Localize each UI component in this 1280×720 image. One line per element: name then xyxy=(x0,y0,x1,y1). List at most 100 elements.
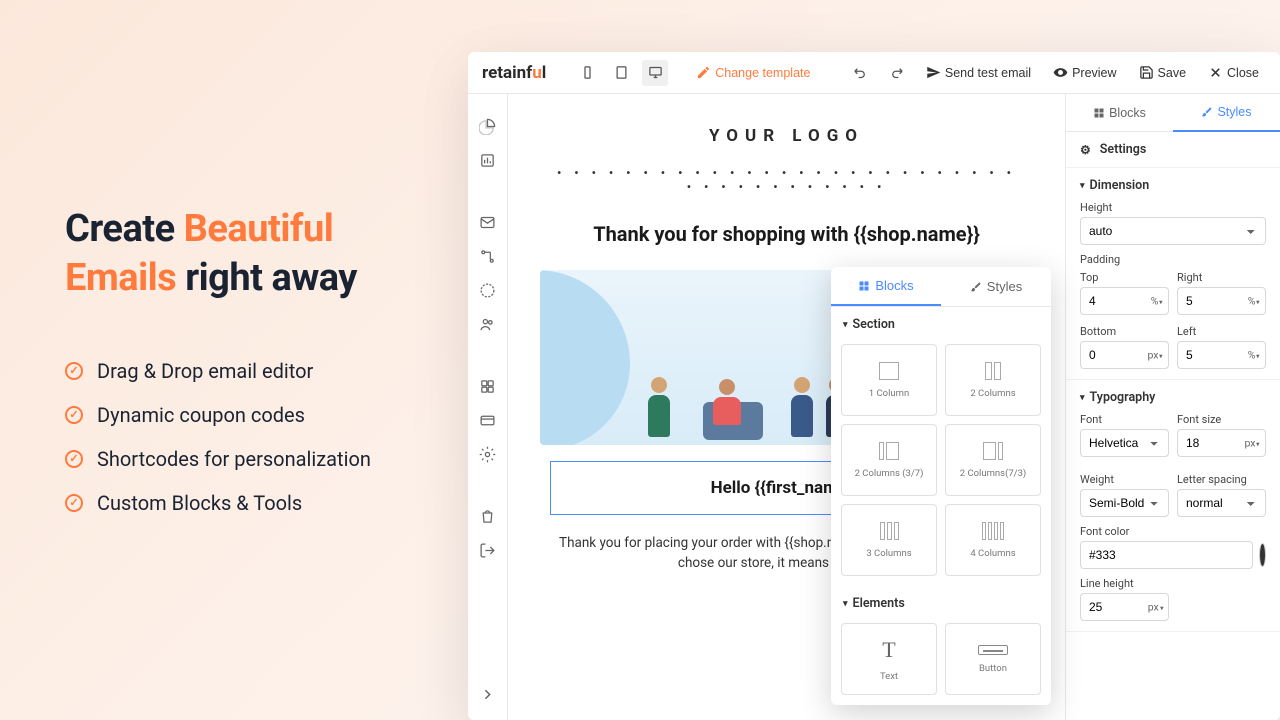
unit-label[interactable]: % xyxy=(1151,295,1163,308)
settings-title: Settings xyxy=(1080,142,1266,157)
block-3columns[interactable]: 3 Columns xyxy=(841,504,937,576)
grid-icon xyxy=(479,378,496,395)
change-template-label: Change template xyxy=(715,66,810,80)
nav-dashboard[interactable] xyxy=(474,112,502,140)
weight-select[interactable]: Semi-Bold xyxy=(1080,489,1169,517)
popup-section-header[interactable]: Section xyxy=(831,307,1051,336)
padding-right-label: Right xyxy=(1177,271,1266,284)
block-label: 1 Column xyxy=(869,388,909,399)
feature-item: Shortcodes for personalization xyxy=(65,437,445,481)
nav-logout[interactable] xyxy=(474,536,502,564)
change-template-button[interactable]: Change template xyxy=(696,65,810,80)
mobile-view-button[interactable] xyxy=(574,60,600,86)
bag-icon xyxy=(479,508,496,525)
padding-left-label: Left xyxy=(1177,325,1266,338)
preview-button[interactable]: Preview xyxy=(1046,61,1123,84)
illustration-blob xyxy=(540,270,630,445)
element-blocks-grid: TText Button xyxy=(831,615,1051,705)
spacing-select[interactable]: normal xyxy=(1177,489,1266,517)
panel-tab-blocks[interactable]: Blocks xyxy=(1066,94,1173,132)
text-icon: T xyxy=(882,637,895,663)
color-swatch[interactable] xyxy=(1259,543,1266,567)
brush-icon xyxy=(1201,106,1213,118)
undo-icon xyxy=(853,65,868,80)
popup-elements-header[interactable]: Elements xyxy=(831,586,1051,615)
check-icon xyxy=(65,450,83,468)
block-1column[interactable]: 1 Column xyxy=(841,344,937,416)
save-icon xyxy=(1139,65,1154,80)
fontcolor-input[interactable] xyxy=(1080,541,1253,569)
topbar: retainful Change template Send test emai… xyxy=(468,52,1280,94)
unit-label[interactable]: % xyxy=(1248,349,1260,362)
height-select[interactable]: auto xyxy=(1080,217,1266,245)
block-2columns-73[interactable]: 2 Columns(7/3) xyxy=(945,424,1041,496)
tablet-view-button[interactable] xyxy=(608,60,634,86)
undo-button[interactable] xyxy=(847,59,875,87)
block-label: Button xyxy=(979,663,1007,674)
email-editor-app: retainful Change template Send test emai… xyxy=(468,52,1280,720)
nav-coupons[interactable] xyxy=(474,276,502,304)
tab-label: Blocks xyxy=(1109,106,1146,120)
dimension-section: Dimension Height auto Padding Top % Righ… xyxy=(1066,168,1280,380)
heading-pre: Create xyxy=(65,207,184,251)
block-2columns-37[interactable]: 2 Columns (3/7) xyxy=(841,424,937,496)
close-button[interactable]: Close xyxy=(1201,61,1266,84)
marketing-panel: Create Beautiful Emails right away Drag … xyxy=(65,205,445,525)
users-icon xyxy=(479,316,496,333)
flow-icon xyxy=(479,248,496,265)
block-button[interactable]: Button xyxy=(945,623,1041,695)
block-2columns[interactable]: 2 Columns xyxy=(945,344,1041,416)
redo-icon xyxy=(889,65,904,80)
nav-settings[interactable] xyxy=(474,440,502,468)
block-label: 2 Columns xyxy=(970,388,1015,399)
marketing-heading: Create Beautiful Emails right away xyxy=(65,205,445,304)
envelope-icon xyxy=(479,214,496,231)
logout-icon xyxy=(479,542,496,559)
nav-customers[interactable] xyxy=(474,310,502,338)
unit-label[interactable]: % xyxy=(1248,295,1260,308)
font-select[interactable]: Helvetica xyxy=(1080,429,1169,457)
email-logo-placeholder[interactable]: YOUR LOGO xyxy=(550,112,1023,160)
feature-list: Drag & Drop email editor Dynamic coupon … xyxy=(65,349,445,525)
unit-label[interactable]: px xyxy=(1148,601,1164,614)
logo-text: l xyxy=(542,63,547,83)
right-panel: Blocks Styles Settings Dimension Height … xyxy=(1065,94,1280,720)
button-icon xyxy=(978,645,1008,655)
nav-automations[interactable] xyxy=(474,242,502,270)
block-label: 2 Columns (3/7) xyxy=(855,468,924,479)
edit-icon xyxy=(696,65,711,80)
logo-text: retainf xyxy=(482,63,532,83)
popup-tab-styles[interactable]: Styles xyxy=(941,267,1051,306)
unit-label[interactable]: px xyxy=(1244,437,1260,450)
desktop-view-button[interactable] xyxy=(642,60,668,86)
feature-text: Dynamic coupon codes xyxy=(97,403,305,427)
grid-icon xyxy=(1093,107,1105,119)
typography-title[interactable]: Typography xyxy=(1080,390,1266,405)
feature-item: Custom Blocks & Tools xyxy=(65,481,445,525)
elements-title: Elements xyxy=(843,596,1039,611)
nav-expand[interactable] xyxy=(474,680,502,708)
section-title: Section xyxy=(843,317,1039,332)
nav-emails[interactable] xyxy=(474,208,502,236)
nav-analytics[interactable] xyxy=(474,146,502,174)
weight-label: Weight xyxy=(1080,473,1169,486)
unit-label[interactable]: px xyxy=(1147,349,1163,362)
side-nav xyxy=(468,94,508,720)
block-4columns[interactable]: 4 Columns xyxy=(945,504,1041,576)
email-heading[interactable]: Thank you for shopping with {{shop.name}… xyxy=(550,212,1023,270)
height-label: Height xyxy=(1080,201,1266,214)
send-test-button[interactable]: Send test email xyxy=(919,61,1038,84)
feature-text: Custom Blocks & Tools xyxy=(97,491,302,515)
save-button[interactable]: Save xyxy=(1132,61,1194,84)
nav-apps[interactable] xyxy=(474,372,502,400)
tablet-icon xyxy=(614,65,629,80)
nav-billing[interactable] xyxy=(474,406,502,434)
tab-label: Blocks xyxy=(875,278,913,293)
popup-tab-blocks[interactable]: Blocks xyxy=(831,267,941,306)
block-text[interactable]: TText xyxy=(841,623,937,695)
eye-icon xyxy=(1053,65,1068,80)
redo-button[interactable] xyxy=(883,59,911,87)
panel-tab-styles[interactable]: Styles xyxy=(1173,94,1280,132)
nav-store[interactable] xyxy=(474,502,502,530)
dimension-title[interactable]: Dimension xyxy=(1080,178,1266,193)
